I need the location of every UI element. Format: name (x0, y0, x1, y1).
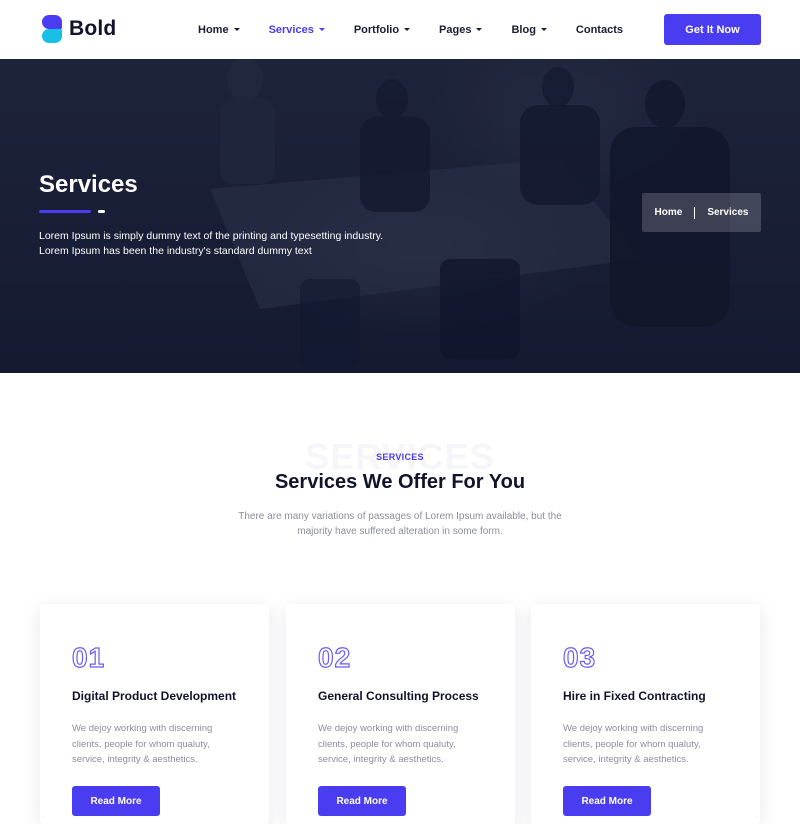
section-kicker: SERVICES (376, 452, 424, 462)
service-title: Digital Product Development (72, 689, 237, 703)
logo-mark-icon (40, 14, 64, 44)
service-title: General Consulting Process (318, 689, 479, 703)
caret-down-icon (404, 28, 411, 31)
read-more-button[interactable]: Read More (72, 786, 160, 816)
nav-item-blog[interactable]: Blog (511, 23, 547, 36)
get-it-now-button[interactable]: Get It Now (664, 14, 761, 45)
service-description: We dejoy working with discerning clients… (72, 721, 242, 768)
service-card: 02 General Consulting Process We dejoy w… (286, 604, 515, 824)
service-description-line: clients, people for whom qualuty, (72, 738, 210, 750)
nav-item-services[interactable]: Services (269, 24, 325, 36)
hero-description-line: Lorem Ipsum has been the industry's stan… (39, 244, 312, 257)
nav-item-contacts[interactable]: Contacts (576, 24, 623, 36)
site-header: Bold Home Services Portfolio Pages Blog … (0, 0, 800, 59)
service-description-line: clients, people for whom qualuty, (563, 738, 701, 750)
nav-item-label: Contacts (575, 23, 623, 36)
section-title: Services We Offer For You (274, 471, 526, 493)
breadcrumb: Home Services (642, 193, 761, 232)
nav-item-home[interactable]: Home (198, 24, 240, 36)
service-description-line: We dejoy working with discerning (563, 723, 704, 734)
service-number: 02 (317, 641, 352, 673)
section-subtitle: There are many variations of passages of… (230, 509, 570, 539)
hero-description: Lorem Ipsum is simply dummy text of the … (39, 229, 399, 258)
caret-down-icon (476, 28, 483, 31)
service-card: 03 Hire in Fixed Contracting We dejoy wo… (531, 604, 760, 824)
nav-item-portfolio[interactable]: Portfolio (353, 23, 411, 36)
service-card: 01 Digital Product Development We dejoy … (40, 604, 269, 824)
nav-item-pages[interactable]: Pages (439, 23, 483, 36)
breadcrumb-home-link[interactable]: Home (655, 207, 683, 218)
service-number: 01 (71, 641, 106, 673)
nav-item-label: Blog (511, 23, 536, 36)
breadcrumb-separator (694, 206, 696, 219)
main-nav: Home Services Portfolio Pages Blog Conta… (198, 0, 652, 59)
logo[interactable]: Bold (40, 14, 116, 44)
section-subtitle-line: There are many variations of passages of… (238, 511, 562, 522)
caret-down-icon (540, 28, 547, 31)
nav-item-label: Home (198, 23, 229, 36)
hero-banner: Services Lorem Ipsum is simply dummy tex… (0, 59, 800, 373)
page-title: Services (39, 171, 138, 198)
nav-item-label: Pages (439, 23, 472, 36)
service-description-line: service, integrity & aesthetics. (563, 754, 689, 765)
service-title: Hire in Fixed Contracting (563, 689, 706, 703)
service-description-line: clients, people for whom qualuty, (318, 738, 456, 750)
read-more-button[interactable]: Read More (318, 786, 406, 816)
nav-item-label: Services (268, 23, 314, 36)
service-description-line: service, integrity & aesthetics. (72, 754, 198, 765)
title-underline-dot (98, 210, 105, 213)
breadcrumb-current: Services (707, 207, 749, 218)
service-number: 03 (562, 641, 597, 673)
service-description-line: We dejoy working with discerning (318, 723, 459, 734)
read-more-button[interactable]: Read More (563, 786, 651, 816)
service-description: We dejoy working with discerning clients… (563, 721, 733, 768)
service-description: We dejoy working with discerning clients… (318, 721, 488, 768)
service-description-line: service, integrity & aesthetics. (318, 754, 444, 765)
caret-down-icon (318, 28, 325, 31)
title-underline (39, 210, 91, 213)
nav-item-label: Portfolio (353, 23, 400, 36)
logo-text: Bold (69, 17, 117, 40)
hero-description-line: Lorem Ipsum is simply dummy text of the … (39, 230, 384, 242)
service-description-line: We dejoy working with discerning (72, 723, 213, 734)
section-subtitle-line: majority have suffered alteration in som… (297, 526, 503, 537)
caret-down-icon (233, 28, 240, 31)
